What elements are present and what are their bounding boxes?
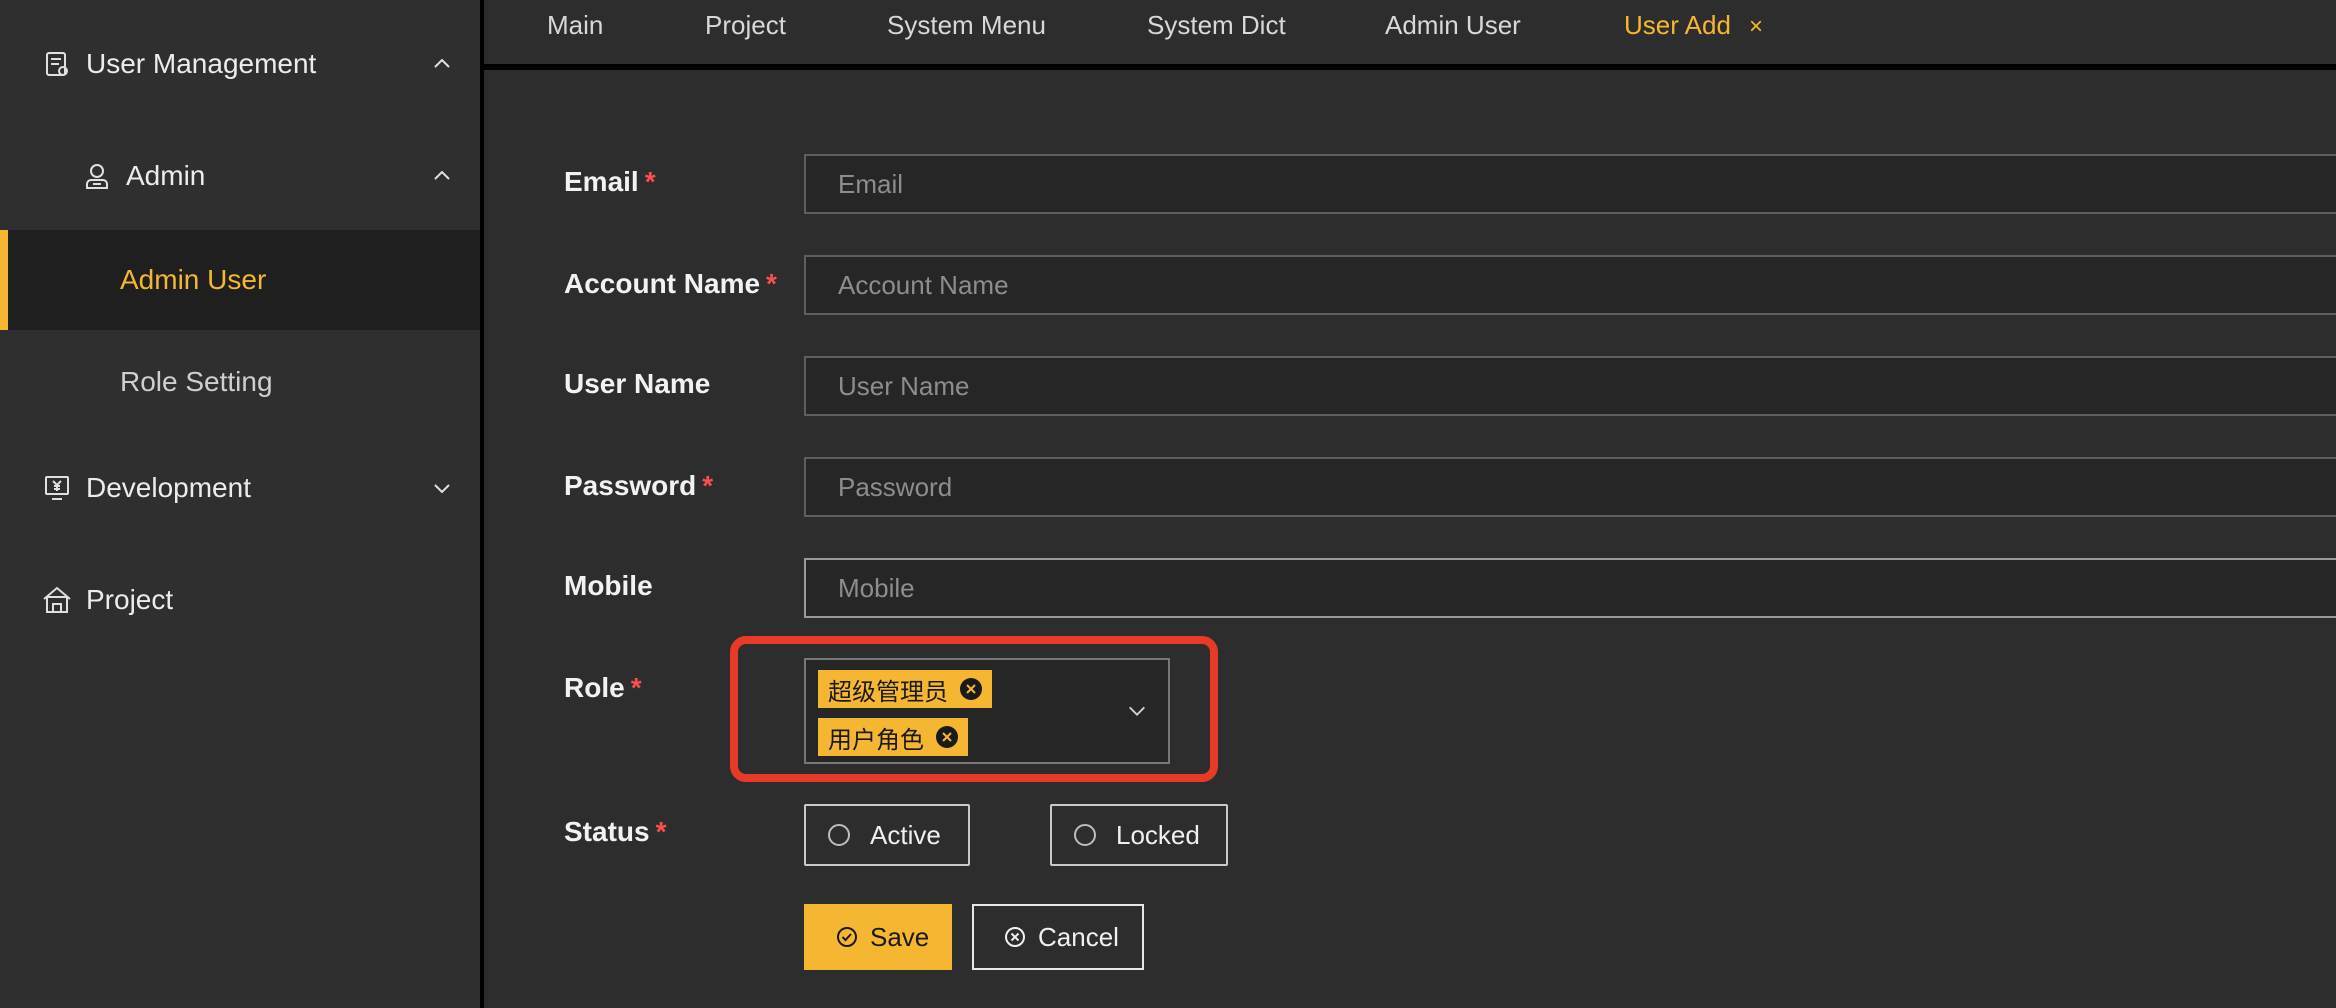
tab-user-add[interactable]: User Add ×	[1624, 10, 1763, 41]
user-name-field[interactable]	[804, 356, 2336, 416]
sidebar: User Management Admin Admin User Role Se…	[0, 0, 484, 1008]
sidebar-item-label: User Management	[86, 48, 317, 79]
role-tag: 用户角色	[818, 718, 968, 756]
sidebar-item-label: Development	[86, 472, 251, 503]
required-mark: *	[644, 166, 656, 197]
tab-system-dict[interactable]: System Dict	[1147, 10, 1286, 41]
required-mark: *	[766, 268, 777, 299]
sidebar-item-admin[interactable]: Admin	[0, 140, 480, 212]
account-name-label: Account Name *	[564, 268, 777, 299]
monitor-yen-icon	[42, 473, 72, 503]
mobile-label: Mobile	[564, 570, 653, 601]
role-tag-label: 用户角色	[828, 725, 924, 754]
clipboard-icon	[42, 49, 72, 79]
chevron-down-icon[interactable]	[1126, 700, 1148, 722]
account-name-field[interactable]	[804, 255, 2336, 315]
role-tag-label: 超级管理员	[828, 677, 948, 706]
chevron-up-icon	[434, 170, 450, 180]
sidebar-item-role-setting[interactable]: Role Setting	[0, 346, 480, 418]
mobile-field[interactable]	[804, 558, 2336, 618]
save-label: Save	[870, 921, 930, 952]
status-active-radio[interactable]: Active	[804, 804, 970, 866]
remove-tag-icon[interactable]	[960, 678, 982, 700]
sidebar-item-project[interactable]: Project	[0, 564, 480, 636]
sidebar-item-label: Role Setting	[120, 366, 273, 397]
home-icon	[42, 585, 72, 615]
sidebar-item-user-management[interactable]: User Management	[0, 28, 480, 100]
save-button[interactable]: Save	[804, 904, 952, 970]
sidebar-item-admin-user[interactable]: Admin User	[0, 230, 480, 330]
cancel-label: Cancel	[1038, 921, 1119, 952]
sidebar-item-label: Project	[86, 584, 174, 615]
chevron-up-icon	[434, 58, 450, 68]
active-indicator	[0, 230, 8, 330]
close-circle-icon	[1005, 927, 1025, 947]
tab-label: User Add	[1624, 10, 1731, 40]
sidebar-item-label: Admin	[126, 160, 206, 191]
role-tag: 超级管理员	[818, 670, 992, 708]
email-field[interactable]	[804, 154, 2336, 214]
tab-bar: Main Project System Menu System Dict Adm…	[484, 0, 2336, 70]
tab-admin-user[interactable]: Admin User	[1385, 10, 1521, 41]
close-icon[interactable]: ×	[1749, 13, 1763, 40]
radio-label: Locked	[1116, 819, 1200, 850]
user-name-label: User Name	[564, 368, 711, 399]
required-mark: *	[630, 672, 642, 703]
role-multiselect[interactable]: 超级管理员 用户角色	[804, 658, 1170, 764]
radio-circle-icon	[1074, 824, 1096, 846]
chevron-down-icon	[434, 484, 450, 494]
radio-circle-icon	[828, 824, 850, 846]
password-label: Password *	[564, 470, 714, 501]
radio-label: Active	[870, 819, 941, 850]
required-mark: *	[702, 470, 714, 501]
check-circle-icon	[837, 927, 857, 947]
tab-project[interactable]: Project	[705, 10, 786, 41]
password-field[interactable]	[804, 457, 2336, 517]
email-label: Email *	[564, 166, 656, 197]
sidebar-item-label: Admin User	[120, 264, 267, 295]
status-label: Status *	[564, 816, 667, 847]
role-label: Role *	[564, 672, 642, 703]
tab-main[interactable]: Main	[547, 10, 603, 41]
tab-system-menu[interactable]: System Menu	[887, 10, 1046, 41]
required-mark: *	[655, 816, 667, 847]
sidebar-item-development[interactable]: Development	[0, 452, 480, 524]
cancel-button[interactable]: Cancel	[972, 904, 1144, 970]
status-locked-radio[interactable]: Locked	[1050, 804, 1228, 866]
remove-tag-icon[interactable]	[936, 726, 958, 748]
user-icon	[82, 161, 112, 191]
